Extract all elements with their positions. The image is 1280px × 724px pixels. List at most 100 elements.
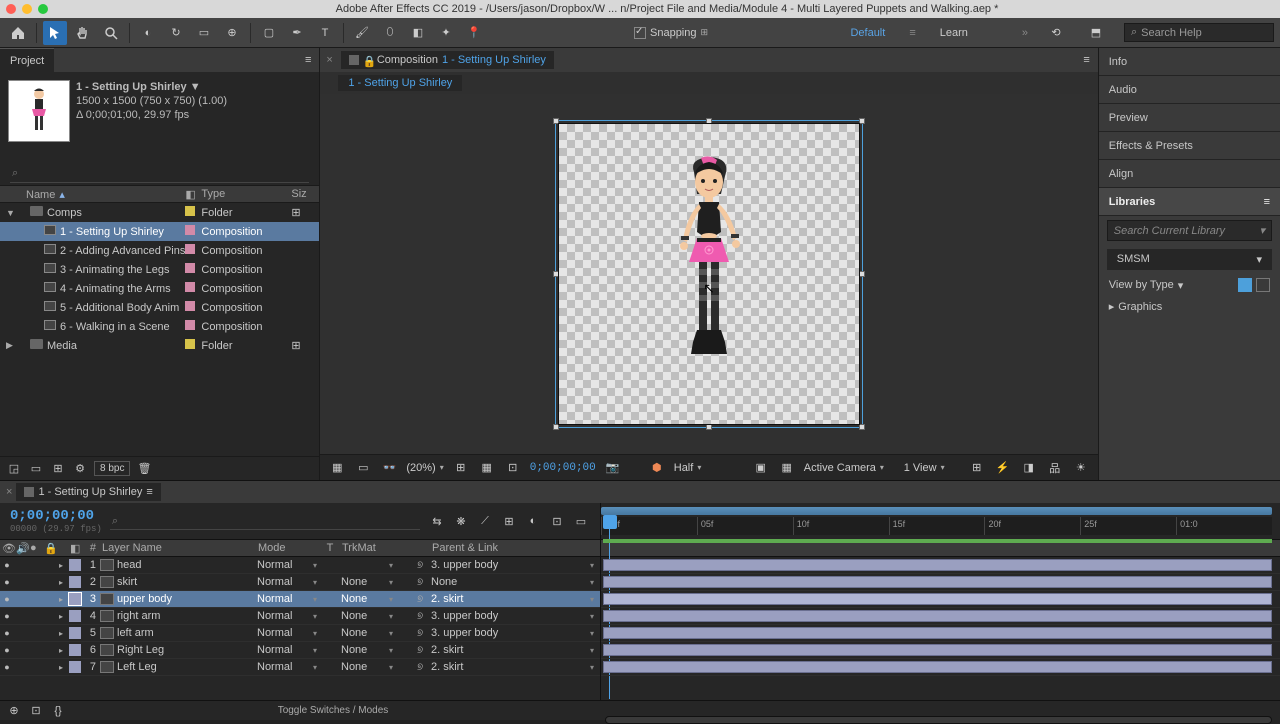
toggle-mask-icon[interactable]: 👓 [380, 459, 398, 477]
hand-tool-icon[interactable] [71, 21, 95, 45]
parent-dropdown[interactable]: 2. skirt [431, 644, 600, 656]
layer-bar[interactable] [603, 576, 1272, 588]
project-item[interactable]: 2 - Adding Advanced Pins Composition [0, 241, 319, 260]
layer-label[interactable] [69, 559, 81, 571]
camera-dropdown[interactable]: Active Camera [804, 462, 896, 474]
channel-icon[interactable]: ⬢ [648, 459, 666, 477]
workspace-learn[interactable]: Learn [932, 25, 976, 41]
effects-panel-tab[interactable]: Effects & Presets [1099, 132, 1280, 160]
close-window[interactable] [6, 4, 16, 14]
comp-mini-flowchart-icon[interactable]: ⇆ [428, 512, 446, 530]
color-depth[interactable]: 8 bpc [94, 461, 130, 476]
shy-icon[interactable]: ⟋ [476, 512, 494, 530]
snapping-toggle[interactable]: Snapping ⊞ [634, 27, 708, 39]
layer-bar[interactable] [603, 627, 1272, 639]
twirl-icon[interactable]: ▸ [56, 578, 66, 587]
type-tool-icon[interactable]: T [313, 21, 337, 45]
layer-bar[interactable] [603, 644, 1272, 656]
layer-row[interactable]: ▸ 7 Left Leg Normal None ୭ 2. skirt [0, 659, 600, 676]
visibility-toggle[interactable] [0, 611, 14, 621]
twirl-icon[interactable]: ▸ [56, 629, 66, 638]
workspace-overflow-icon[interactable]: » [1022, 27, 1028, 39]
layer-list[interactable]: ▸ 1 head Normal ୭ 3. upper body ▸ 2 skir… [0, 557, 600, 700]
selection-tool-icon[interactable] [43, 21, 67, 45]
pickwhip-icon[interactable]: ୭ [417, 594, 431, 605]
panel-menu-icon[interactable]: ≡ [297, 54, 319, 66]
timeline-search-input[interactable] [110, 513, 420, 530]
pickwhip-icon[interactable]: ୭ [417, 560, 431, 571]
motion-blur-icon[interactable]: ◐ [524, 512, 542, 530]
layer-label[interactable] [69, 610, 81, 622]
project-item[interactable]: 5 - Additional Body Anim Composition [0, 298, 319, 317]
track-matte-dropdown[interactable]: None [341, 576, 397, 588]
blend-mode-dropdown[interactable]: Normal [257, 627, 321, 639]
view-by-type[interactable]: View by Type▾ [1099, 274, 1280, 296]
flowchart-bar[interactable]: 1 - Setting Up Shirley [320, 72, 1097, 94]
twirl-icon[interactable]: ▸ [56, 595, 66, 604]
twirl-icon[interactable]: ▸ [56, 612, 66, 621]
canvas[interactable]: ↖ [559, 124, 859, 424]
grid-view-icon[interactable] [1238, 278, 1252, 292]
graph-editor-icon[interactable]: ⊡ [548, 512, 566, 530]
interpret-footage-icon[interactable]: ◲ [6, 461, 22, 477]
frame-blend-icon[interactable]: ⊞ [500, 512, 518, 530]
timeline-icon[interactable]: ◨ [1020, 459, 1038, 477]
adjust-icon[interactable]: ⚙ [72, 461, 88, 477]
layer-bar[interactable] [603, 593, 1272, 605]
new-folder-icon[interactable]: ▭ [28, 461, 44, 477]
roto-tool-icon[interactable]: ✦ [434, 21, 458, 45]
panel-menu-icon[interactable]: ≡ [1264, 196, 1270, 208]
brush-tool-icon[interactable]: 🖌 [350, 21, 374, 45]
twirl-icon[interactable]: ▸ [56, 561, 66, 570]
blend-mode-dropdown[interactable]: Normal [257, 593, 321, 605]
comp-panel-menu-icon[interactable]: ≡ [1075, 54, 1097, 66]
visibility-toggle[interactable] [0, 645, 14, 655]
library-group-graphics[interactable]: ▸Graphics [1099, 296, 1280, 317]
help-search[interactable]: ⌕ Search Help [1124, 23, 1274, 42]
flow-item[interactable]: 1 - Setting Up Shirley [338, 75, 462, 91]
parent-dropdown[interactable]: 3. upper body [431, 559, 600, 571]
visibility-toggle[interactable] [0, 594, 14, 604]
twirl-icon[interactable]: ▸ [56, 646, 66, 655]
track-matte-dropdown[interactable] [341, 561, 397, 570]
resolution-dropdown[interactable]: Half [674, 462, 744, 474]
project-list[interactable]: ▼ Comps Folder ⊞ 1 - Setting Up Shirley … [0, 203, 319, 456]
solo-col-icon[interactable]: ● [28, 542, 42, 554]
layer-row[interactable]: ▸ 1 head Normal ୭ 3. upper body [0, 557, 600, 574]
project-item[interactable]: 3 - Animating the Legs Composition [0, 260, 319, 279]
reset-workspace-icon[interactable]: ⟲ [1044, 21, 1068, 45]
toggle-transparency-icon[interactable]: ▭ [354, 459, 372, 477]
new-comp-icon[interactable]: ⊞ [50, 461, 66, 477]
parent-dropdown[interactable]: 2. skirt [431, 661, 600, 673]
checkbox-icon[interactable] [634, 27, 646, 39]
window-controls[interactable] [6, 4, 48, 14]
audio-panel-tab[interactable]: Audio [1099, 76, 1280, 104]
minimize-window[interactable] [22, 4, 32, 14]
views-dropdown[interactable]: 1 View [904, 462, 960, 474]
pen-tool-icon[interactable]: ✒ [285, 21, 309, 45]
parent-dropdown[interactable]: 3. upper body [431, 627, 600, 639]
panel-menu-icon[interactable]: ≡ [146, 486, 152, 498]
library-search[interactable]: Search Current Library▾ [1107, 220, 1272, 241]
parent-dropdown[interactable]: 3. upper body [431, 610, 600, 622]
transform-icon[interactable]: ⊡ [28, 703, 44, 719]
clone-tool-icon[interactable]: ⬯ [378, 21, 402, 45]
home-icon[interactable] [6, 21, 30, 45]
layer-label[interactable] [69, 627, 81, 639]
project-item[interactable]: 6 - Walking in a Scene Composition [0, 317, 319, 336]
timeline-current-time[interactable]: 0;00;00;00 [10, 508, 102, 524]
layer-bar[interactable] [603, 610, 1272, 622]
zoom-window[interactable] [38, 4, 48, 14]
timeline-tab[interactable]: 1 - Setting Up Shirley ≡ [16, 483, 160, 501]
grid-icon[interactable]: ▦ [478, 459, 496, 477]
visibility-toggle[interactable] [0, 662, 14, 672]
layer-row[interactable]: ▸ 2 skirt Normal None ୭ None [0, 574, 600, 591]
libraries-panel-tab[interactable]: Libraries≡ [1099, 188, 1280, 216]
transparency-grid-icon[interactable]: ▦ [778, 459, 796, 477]
zoom-dropdown[interactable]: (20%) [406, 462, 443, 474]
label-column-icon[interactable]: ◧ [185, 188, 201, 201]
time-ruler[interactable]: 0:0f05f10f15f20f25f01:0 [600, 503, 1280, 539]
visibility-toggle[interactable] [0, 560, 14, 570]
layer-row[interactable]: ▸ 5 left arm Normal None ୭ 3. upper body [0, 625, 600, 642]
blend-mode-dropdown[interactable]: Normal [257, 661, 321, 673]
